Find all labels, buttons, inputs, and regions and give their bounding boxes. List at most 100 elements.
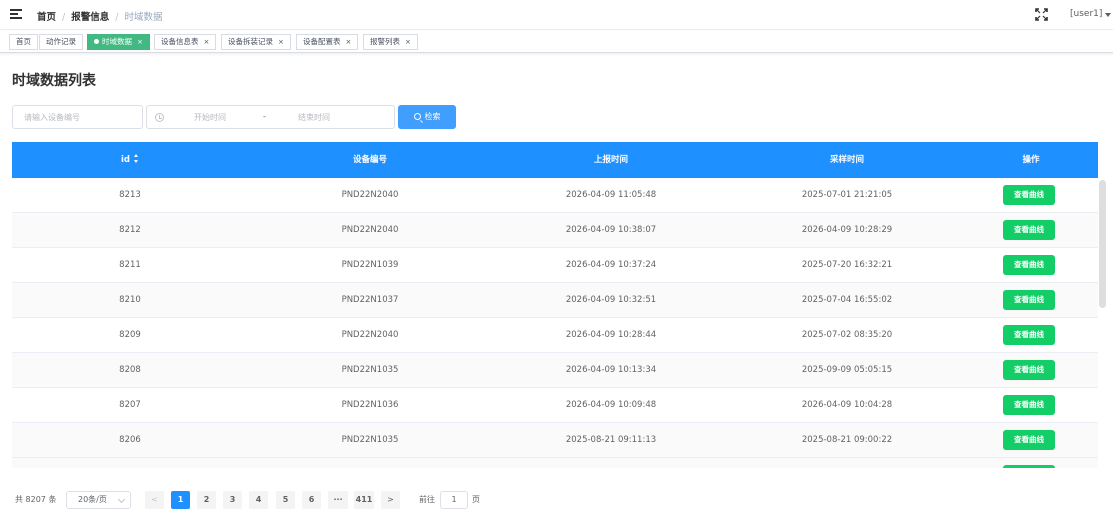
table-row: 8212 PND22N2040 2026-04-09 10:38:07 2026-04…	[12, 213, 1098, 248]
page-size-select[interactable]: 20条/页	[66, 491, 131, 509]
view-curve-button[interactable]: 查看曲线	[1003, 290, 1055, 310]
cell-device: PND22N2040	[341, 330, 399, 340]
page-button[interactable]: 4	[249, 491, 268, 509]
clock-icon	[155, 113, 164, 122]
sort-icon[interactable]	[134, 154, 139, 163]
table-row: 8211 PND22N1039 2026-04-09 10:37:24 2025-07…	[12, 248, 1098, 283]
view-curve-button[interactable]: 查看曲线	[1003, 430, 1055, 450]
cell-sample-time: 2025-07-02 08:35:20	[801, 330, 893, 340]
cell-sample-time: 2026-04-09 10:04:28	[801, 400, 893, 410]
chevron-down-icon	[117, 495, 126, 504]
table-body: 8213 PND22N2040 2026-04-09 11:05:48 2025-07…	[12, 178, 1098, 468]
cell-device: PND22N2040	[341, 225, 399, 235]
total-count: 共 8207 条	[15, 495, 57, 504]
active-dot-icon	[94, 39, 99, 44]
cell-device: PND22N1036	[341, 400, 399, 410]
cell-id: 8207	[119, 400, 141, 410]
cell-report-time: 2026-04-09 10:28:44	[565, 330, 657, 340]
view-curve-button[interactable]	[1003, 465, 1055, 468]
cell-report-time: 2026-04-09 10:38:07	[565, 225, 657, 235]
user-name[interactable]: [user1]	[1070, 9, 1102, 19]
table-row: 8207 PND22N1036 2026-04-09 10:09:48 2026-04…	[12, 388, 1098, 423]
cell-device: PND22N1039	[341, 260, 399, 270]
cell-report-time: 2025-08-21 09:11:13	[565, 435, 657, 445]
fullscreen-icon[interactable]	[1035, 8, 1048, 21]
close-icon[interactable]: ×	[204, 38, 210, 46]
hamburger-icon[interactable]	[10, 9, 22, 20]
cell-sample-time: 2025-08-21 09:00:22	[801, 435, 893, 445]
data-table: id 设备编号 上报时间 采样时间 操作 8213 PND22N2040 2026-…	[12, 142, 1098, 468]
next-page-button[interactable]: >	[381, 491, 400, 509]
goto-page-input[interactable]: 1	[440, 491, 468, 509]
tag-time-domain[interactable]: 时域数据 ×	[87, 34, 150, 50]
pagination: 共 8207 条 20条/页 < 1 2 3 4 5 6 ··· 411 > 前往 1 页	[0, 488, 1113, 512]
cell-report-time: 2026-04-09 10:09:48	[565, 400, 657, 410]
chevron-down-icon[interactable]	[1105, 13, 1111, 17]
cell-report-time: 2026-04-09 11:05:48	[565, 190, 657, 200]
table-scrollbar[interactable]	[1099, 180, 1106, 308]
tag-device-info[interactable]: 设备信息表 ×	[154, 34, 217, 50]
range-separator: -	[263, 112, 266, 121]
view-curve-button[interactable]: 查看曲线	[1003, 220, 1055, 240]
column-header-report-time: 上报时间	[593, 155, 628, 165]
table-row: 8206 PND22N1035 2025-08-21 09:11:13 2025-08…	[12, 423, 1098, 458]
cell-id: 8213	[119, 190, 141, 200]
device-number-input[interactable]	[12, 105, 143, 129]
breadcrumb-current: 时域数据	[124, 12, 163, 23]
breadcrumb-alarm-info[interactable]: 报警信息	[71, 12, 109, 23]
start-time-input[interactable]: 开始时间	[194, 112, 226, 123]
cell-id: 8210	[119, 295, 141, 305]
cell-device: PND22N1035	[341, 365, 399, 375]
cell-report-time: 2026-04-09 10:32:51	[565, 295, 657, 305]
close-icon[interactable]: ×	[346, 38, 352, 46]
date-range-picker[interactable]: 开始时间 - 结束时间	[146, 105, 395, 129]
close-icon[interactable]: ×	[405, 38, 411, 46]
cell-sample-time: 2026-04-09 10:28:29	[801, 225, 893, 235]
cell-id: 8212	[119, 225, 141, 235]
cell-device: PND22N1035	[341, 435, 399, 445]
navbar: 首页 / 报警信息 / 时域数据 [user1]	[0, 0, 1113, 30]
cell-id: 8206	[119, 435, 141, 445]
table-row: 8210 PND22N1037 2026-04-09 10:32:51 2025-07…	[12, 283, 1098, 318]
cell-sample-time: 2025-09-09 05:05:15	[801, 365, 893, 375]
tag-action-log[interactable]: 动作记录	[39, 34, 83, 50]
page-button[interactable]: 5	[276, 491, 295, 509]
breadcrumb: 首页 / 报警信息 / 时域数据	[37, 12, 163, 23]
view-curve-button[interactable]: 查看曲线	[1003, 255, 1055, 275]
page-button[interactable]: 411	[354, 491, 374, 509]
close-icon[interactable]: ×	[278, 38, 284, 46]
cell-report-time: 2026-04-09 10:13:34	[565, 365, 657, 375]
page-button[interactable]: 2	[197, 491, 216, 509]
end-time-input[interactable]: 结束时间	[298, 112, 330, 123]
tag-device-config[interactable]: 设备配置表 ×	[296, 34, 359, 50]
cell-id: 8209	[119, 330, 141, 340]
table-row: 8213 PND22N2040 2026-04-09 11:05:48 2025-07…	[12, 178, 1098, 213]
goto-label: 前往	[419, 495, 435, 504]
view-curve-button[interactable]: 查看曲线	[1003, 185, 1055, 205]
goto-unit: 页	[472, 495, 480, 504]
tag-alarm-list[interactable]: 报警列表 ×	[363, 34, 418, 50]
page-button[interactable]: 1	[171, 491, 190, 509]
prev-page-button[interactable]: <	[145, 491, 164, 509]
view-curve-button[interactable]: 查看曲线	[1003, 360, 1055, 380]
search-icon	[413, 113, 421, 120]
tag-home[interactable]: 首页	[9, 34, 38, 50]
page-button[interactable]: 6	[302, 491, 321, 509]
close-icon[interactable]: ×	[137, 38, 143, 46]
cell-device: PND22N1037	[341, 295, 399, 305]
page-ellipsis-button[interactable]: ···	[328, 491, 348, 509]
cell-sample-time: 2025-07-01 21:21:05	[801, 190, 893, 200]
page-button[interactable]: 3	[223, 491, 242, 509]
tags-view: 首页 动作记录 时域数据 × 设备信息表 × 设备拆装记录 × 设备配置表 × 报警列表…	[0, 31, 1113, 53]
table-header: id 设备编号 上报时间 采样时间 操作	[12, 142, 1098, 178]
cell-device: PND22N2040	[341, 190, 399, 200]
cell-sample-time: 2025-07-04 16:55:02	[801, 295, 893, 305]
view-curve-button[interactable]: 查看曲线	[1003, 395, 1055, 415]
breadcrumb-home[interactable]: 首页	[37, 12, 56, 23]
view-curve-button[interactable]: 查看曲线	[1003, 325, 1055, 345]
cell-id: 8211	[119, 260, 141, 270]
tag-device-disassembly[interactable]: 设备拆装记录 ×	[221, 34, 291, 50]
cell-id: 8208	[119, 365, 141, 375]
search-button[interactable]: 检索	[398, 105, 456, 129]
column-header-id[interactable]: id	[12, 142, 248, 178]
